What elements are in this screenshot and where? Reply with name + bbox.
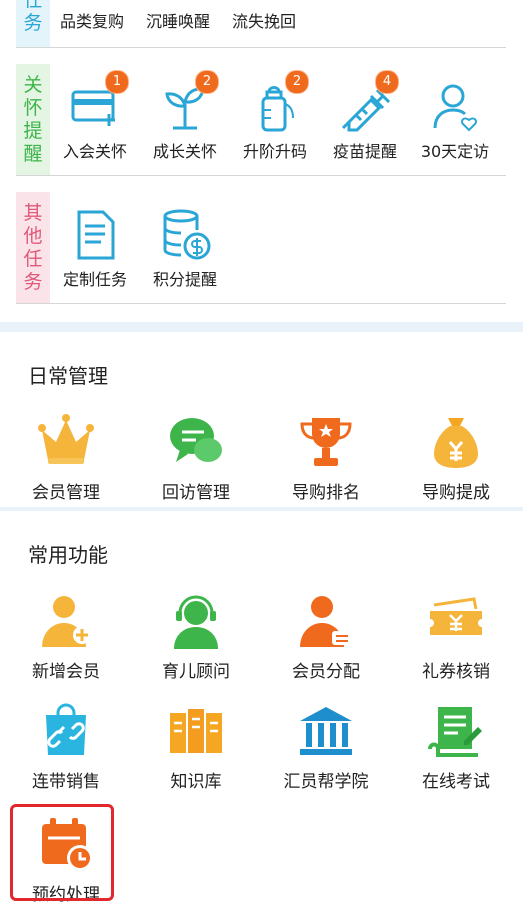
fn-label: 会员管理: [32, 483, 100, 503]
fn-guide-commission[interactable]: 导购提成: [396, 412, 516, 503]
task-link-lost-recovery[interactable]: 流失挽回: [232, 8, 296, 32]
task-label: 疫苗提醒: [332, 142, 397, 161]
badge-count: 1: [105, 70, 129, 94]
chat-bubbles-icon: [166, 412, 226, 472]
money-bag-icon: [426, 412, 486, 472]
task-item-30day-visit[interactable]: 30天定访: [410, 76, 500, 162]
fn-label: 回访管理: [162, 483, 230, 503]
fn-academy[interactable]: 汇员帮学院: [266, 701, 386, 792]
task-item-vaccine[interactable]: 4 疫苗提醒: [320, 70, 410, 162]
milk-bottle-icon: 2: [245, 70, 309, 136]
group-tag-other: 其他任务: [16, 192, 50, 303]
badge-count: 2: [285, 70, 309, 94]
task-label: 成长关怀: [152, 142, 217, 161]
fn-knowledge-base[interactable]: 知识库: [136, 701, 256, 792]
fn-joint-sales[interactable]: 连带销售: [6, 701, 126, 792]
crown-icon: [36, 412, 96, 472]
fn-revisit-management[interactable]: 回访管理: [136, 412, 256, 503]
top-items-row: 品类复购 沉睡唤醒 流失挽回: [60, 2, 296, 38]
highlight-box: [10, 804, 114, 901]
task-label: 定制任务: [62, 270, 127, 289]
document-icon: [65, 204, 125, 264]
fn-add-member[interactable]: 新增会员: [6, 591, 126, 682]
daily-management-section: 日常管理 会员管理 回访管理 导购排名 导购提成: [0, 332, 523, 507]
group-tag-text: 关怀提醒: [23, 73, 43, 165]
fn-label: 礼券核销: [422, 662, 490, 682]
task-item-upgrade[interactable]: 2 升阶升码: [230, 70, 320, 162]
task-link-dormant-wakeup[interactable]: 沉睡唤醒: [146, 8, 210, 32]
fn-label: 在线考试: [422, 772, 490, 792]
card-add-icon: 1: [65, 70, 129, 136]
task-link-category-repurchase[interactable]: 品类复购: [60, 8, 124, 32]
group-tag-top: 任务: [16, 0, 50, 47]
task-item-custom-task[interactable]: 定制任务: [50, 204, 140, 290]
section-title: 常用功能: [28, 543, 108, 567]
task-item-join-care[interactable]: 1 入会关怀: [50, 70, 140, 162]
fn-label: 连带销售: [32, 772, 100, 792]
online-exam-icon: [426, 701, 486, 761]
task-item-points-reminder[interactable]: 积分提醒: [140, 204, 230, 290]
shopping-bag-link-icon: [36, 701, 96, 761]
tasks-card: 任务 品类复购 沉睡唤醒 流失挽回 关怀提醒 1 入会关怀 2 成长关怀: [0, 0, 523, 322]
coupon-icon: [426, 591, 486, 651]
group-tag-care: 关怀提醒: [16, 64, 50, 175]
fn-member-management[interactable]: 会员管理: [6, 412, 126, 503]
task-label: 30天定访: [420, 142, 490, 161]
headset-advisor-icon: [166, 591, 226, 651]
task-label: 积分提醒: [152, 270, 217, 289]
academy-icon: [296, 701, 356, 761]
fn-label: 导购排名: [292, 483, 360, 503]
group-tag-text: 任务: [23, 0, 43, 34]
coins-icon: [155, 204, 215, 264]
task-label: 入会关怀: [62, 142, 127, 161]
syringe-icon: 4: [335, 70, 399, 136]
task-label: 升阶升码: [242, 142, 307, 161]
fn-guide-ranking[interactable]: 导购排名: [266, 412, 386, 503]
task-group-care: 关怀提醒 1 入会关怀 2 成长关怀 2 升阶升码 4 疫苗提醒 30天定访: [16, 64, 506, 176]
sprout-icon: 2: [155, 70, 219, 136]
section-title: 日常管理: [28, 364, 108, 388]
task-item-growth-care[interactable]: 2 成长关怀: [140, 70, 230, 162]
fn-label: 会员分配: [292, 662, 360, 682]
task-group-top: 任务 品类复购 沉睡唤醒 流失挽回: [16, 0, 506, 48]
knowledge-base-icon: [166, 701, 226, 761]
fn-label: 汇员帮学院: [283, 772, 369, 792]
task-group-other: 其他任务 定制任务 积分提醒: [16, 192, 506, 304]
fn-parenting-advisor[interactable]: 育儿顾问: [136, 591, 256, 682]
fn-member-assign[interactable]: 会员分配: [266, 591, 386, 682]
fn-label: 知识库: [170, 772, 222, 792]
fn-label: 新增会员: [32, 662, 100, 682]
member-assign-icon: [296, 591, 356, 651]
fn-online-exam[interactable]: 在线考试: [396, 701, 516, 792]
group-tag-text: 其他任务: [23, 201, 43, 293]
person-heart-icon: [425, 76, 485, 136]
badge-count: 2: [195, 70, 219, 94]
badge-count: 4: [375, 70, 399, 94]
add-member-icon: [36, 591, 96, 651]
fn-coupon-redeem[interactable]: 礼券核销: [396, 591, 516, 682]
fn-label: 导购提成: [422, 483, 490, 503]
trophy-icon: [296, 412, 356, 472]
fn-label: 育儿顾问: [162, 662, 230, 682]
